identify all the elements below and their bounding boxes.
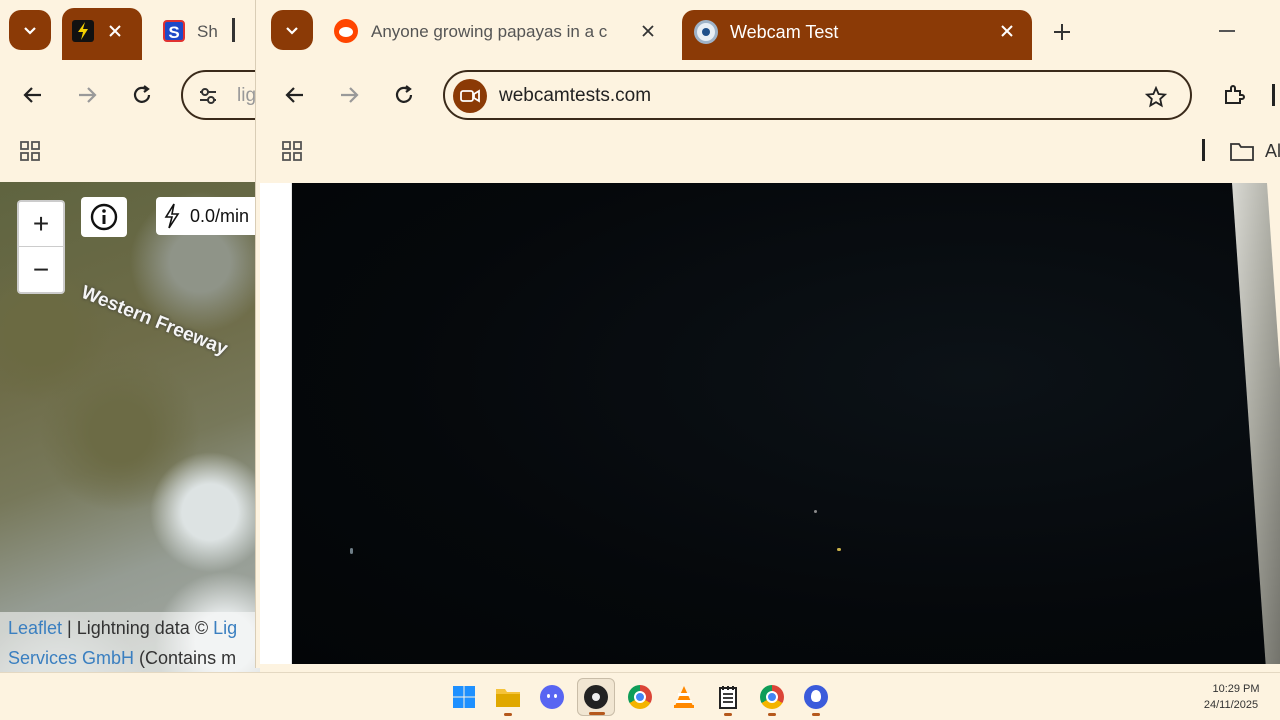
file-explorer-icon[interactable] — [489, 678, 527, 716]
s-site-icon: S — [163, 20, 185, 42]
star-icon — [1145, 86, 1167, 108]
page-margin — [260, 183, 292, 664]
camera-permission-icon[interactable] — [453, 79, 487, 113]
arrow-right-icon — [341, 87, 359, 103]
puzzle-icon — [1225, 85, 1245, 104]
video-edge-frame — [1232, 183, 1280, 664]
lightning-map[interactable]: + − 0.0/min Western Freeway Leaflet | Li… — [0, 182, 260, 672]
discord-icon[interactable] — [533, 678, 571, 716]
close-tab-icon[interactable] — [996, 20, 1018, 42]
url-bar[interactable]: webcamtests.com — [443, 70, 1192, 120]
attribution-text: | Lightning data © — [62, 618, 214, 638]
bookmarks-divider — [1202, 139, 1205, 161]
zoom-out-button[interactable]: − — [19, 247, 63, 292]
road-label: Western Freeway — [78, 282, 231, 360]
services-link[interactable]: Services GmbH — [8, 648, 134, 668]
tab-label: Sh — [197, 22, 218, 41]
video-light-speck — [814, 510, 817, 513]
attribution-text-2: (Contains m — [134, 648, 237, 668]
toolbar-divider — [1272, 84, 1275, 106]
tab-label: Webcam Test — [730, 22, 839, 42]
folder-icon — [1230, 143, 1254, 161]
windows-start-icon[interactable] — [445, 678, 483, 716]
tab-s[interactable]: S Sh — [160, 18, 260, 48]
bookmark-star-button[interactable] — [1143, 84, 1169, 110]
reddit-icon — [334, 19, 358, 43]
zoom-control: + − — [17, 200, 65, 294]
back-button[interactable] — [280, 80, 310, 110]
arrow-right-icon — [79, 87, 97, 103]
clock-date[interactable]: 24/11/2025 — [1190, 699, 1272, 711]
taskbar: 10:29 PM 24/11/2025 — [0, 672, 1280, 720]
leaflet-link[interactable]: Leaflet — [8, 618, 62, 638]
back-url-text: lig — [237, 85, 257, 106]
lightning-bolt-icon — [72, 20, 94, 42]
lightning-bolt-icon — [164, 203, 180, 229]
obs-icon[interactable] — [577, 678, 615, 716]
tab-webcam-test[interactable]: Webcam Test — [682, 10, 1032, 60]
app-icon[interactable] — [797, 678, 835, 716]
back-button[interactable] — [18, 80, 48, 110]
front-browser-window: Anyone growing papayas in a c Webcam Tes… — [255, 0, 1280, 668]
tab-divider — [232, 18, 235, 42]
grid-icon — [20, 141, 40, 161]
tab-label: Anyone growing papayas in a c — [371, 22, 608, 41]
tab-reddit[interactable]: Anyone growing papayas in a c — [324, 12, 669, 52]
url-text: webcamtests.com — [499, 85, 652, 106]
apps-grid-button[interactable] — [16, 137, 44, 165]
back-url-bar[interactable]: lig — [181, 70, 260, 120]
vlc-icon[interactable] — [665, 678, 703, 716]
info-icon — [90, 203, 118, 231]
new-tab-button[interactable] — [1048, 18, 1076, 46]
close-tab-icon[interactable] — [637, 20, 659, 42]
strike-rate-text: 0.0/min — [190, 206, 250, 226]
arrow-left-icon — [285, 87, 303, 103]
clock-time[interactable]: 10:29 PM — [1200, 683, 1272, 695]
attribution: Leaflet | Lightning data © Lig Services … — [0, 612, 260, 672]
zoom-in-button[interactable]: + — [19, 202, 63, 247]
forward-button[interactable] — [72, 80, 102, 110]
strike-rate-box: 0.0/min — [156, 197, 260, 235]
reload-icon — [395, 85, 413, 103]
site-settings-icon[interactable] — [197, 85, 219, 107]
chevron-down-icon — [286, 27, 298, 35]
tab-search-button[interactable] — [9, 10, 51, 50]
webcam-test-icon — [694, 20, 718, 44]
webcam-video-feed — [292, 183, 1280, 664]
lightning-data-link[interactable]: Lig — [213, 618, 237, 638]
minimize-button[interactable] — [1219, 30, 1235, 32]
arrow-left-icon — [23, 87, 41, 103]
apps-grid-button[interactable] — [278, 137, 306, 165]
bookmarks-folder[interactable]: Al — [1229, 139, 1280, 165]
chrome-icon[interactable] — [753, 678, 791, 716]
tab-lightning[interactable] — [62, 8, 142, 60]
video-light-speck — [837, 548, 841, 551]
close-tab-icon[interactable] — [104, 20, 126, 42]
video-light-speck — [350, 548, 353, 554]
grid-icon — [282, 141, 302, 161]
forward-button[interactable] — [334, 80, 364, 110]
plus-icon — [1054, 24, 1070, 40]
chevron-down-icon — [24, 27, 36, 35]
notepad-icon[interactable] — [709, 678, 747, 716]
bookmarks-folder-label: Al — [1265, 141, 1280, 161]
reload-button[interactable] — [127, 80, 157, 110]
tab-search-button[interactable] — [271, 10, 313, 50]
chrome-icon[interactable] — [621, 678, 659, 716]
info-button[interactable] — [81, 197, 127, 237]
extensions-button[interactable] — [1219, 80, 1249, 110]
reload-button[interactable] — [389, 80, 419, 110]
reload-icon — [133, 85, 151, 103]
back-browser-window: S Sh lig + − 0.0/min Western Freeway Lea… — [0, 0, 260, 672]
